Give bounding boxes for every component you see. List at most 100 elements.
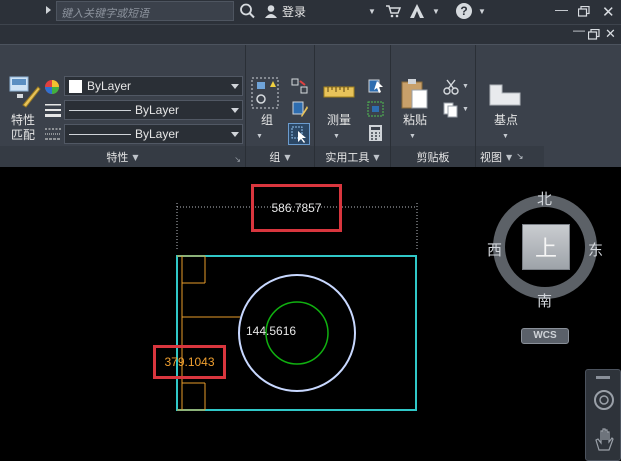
color-wheel-icon xyxy=(45,80,59,94)
group-panel-title[interactable]: 组 ▼ xyxy=(246,146,314,168)
select-pointer-icon xyxy=(291,126,306,143)
login-button[interactable]: 登录 xyxy=(264,2,306,20)
navbar-grip[interactable] xyxy=(596,376,610,379)
help-icon[interactable]: ? xyxy=(455,2,473,20)
document-bar: — ✕ xyxy=(0,23,621,44)
outer-rectangle[interactable] xyxy=(176,255,417,411)
color-value: ByLayer xyxy=(87,79,132,93)
help-dropdown-icon[interactable]: ▼ xyxy=(478,7,486,16)
pan-hand-icon[interactable] xyxy=(593,426,615,452)
compass-east[interactable]: 东 xyxy=(588,239,603,260)
group-button[interactable]: 组 xyxy=(254,113,280,128)
utilities-panel-title[interactable]: 实用工具 ▼ xyxy=(315,146,390,168)
cut-icon[interactable] xyxy=(443,79,459,95)
linetype-icon xyxy=(45,128,61,140)
paste-button[interactable]: 粘贴 xyxy=(397,113,433,128)
doc-minimize-icon[interactable]: — xyxy=(573,23,585,37)
width-dimension-value: 586.7857 xyxy=(271,201,322,215)
paste-dropdown-icon[interactable]: ▼ xyxy=(409,133,416,140)
properties-panel-title[interactable]: 特性 ▼ xyxy=(0,146,245,168)
doc-restore-icon[interactable] xyxy=(588,29,600,40)
match-label-line1: 特性 xyxy=(10,113,35,127)
linetype-value: ByLayer xyxy=(135,127,180,141)
minimize-icon[interactable]: — xyxy=(555,2,568,17)
search-icon xyxy=(240,3,255,19)
measure-dropdown-icon[interactable]: ▼ xyxy=(333,133,340,140)
color-swatch xyxy=(69,79,82,93)
panel-expand-icon: ▼ xyxy=(284,152,291,162)
match-properties-icon xyxy=(9,76,41,108)
search-button[interactable] xyxy=(238,2,258,20)
cart-icon[interactable] xyxy=(385,4,401,18)
copy-dropdown-icon[interactable]: ▼ xyxy=(462,106,469,113)
chevron-down-icon xyxy=(231,84,239,89)
height-dimension-highlight[interactable]: 379.1043 xyxy=(153,345,226,379)
base-view-dropdown-icon[interactable]: ▼ xyxy=(502,133,509,140)
measure-icon xyxy=(323,86,355,98)
clipboard-panel: 粘贴 ▼ ▼ ▼ 剪贴板 xyxy=(391,45,476,168)
diameter-dimension[interactable]: 144.5616 xyxy=(246,324,296,338)
chevron-down-icon xyxy=(231,108,239,113)
match-label-line2: 匹配 xyxy=(10,128,35,142)
quick-select-icon[interactable] xyxy=(367,78,385,94)
properties-panel: 特性 匹配 ByLayer ByLayer ByLayer 特性 ▼ ↘ xyxy=(0,45,246,168)
cut-dropdown-icon[interactable]: ▼ xyxy=(462,83,469,90)
clipboard-panel-title[interactable]: 剪贴板 xyxy=(391,146,475,168)
login-dropdown-icon[interactable]: ▼ xyxy=(368,7,376,16)
copy-icon[interactable] xyxy=(443,102,459,118)
height-dimension-value: 379.1043 xyxy=(164,355,215,369)
drawing-canvas[interactable]: 144.5616 586.7857 379.1043 北 南 东 西 上 WCS xyxy=(0,167,621,461)
compass-south[interactable]: 南 xyxy=(537,290,552,311)
view-launcher-icon: ↘ xyxy=(516,152,524,162)
search-input[interactable]: 键入关键字或短语 xyxy=(56,1,234,21)
steering-wheel-icon[interactable] xyxy=(592,388,616,412)
base-view-button[interactable]: 基点 xyxy=(488,113,524,128)
ribbon: 特性 匹配 ByLayer ByLayer ByLayer 特性 ▼ ↘ 组 ▼… xyxy=(0,44,621,168)
lineweight-dropdown[interactable]: ByLayer xyxy=(64,100,243,120)
utilities-panel: 测量 ▼ 实用工具 ▼ xyxy=(315,45,391,168)
login-label: 登录 xyxy=(282,4,307,19)
title-bar: 键入关键字或短语 登录 ▼ ▼ ? ▼ — ✕ xyxy=(0,0,621,24)
base-view-icon xyxy=(489,84,521,106)
expand-arrow-icon[interactable] xyxy=(46,6,51,14)
select-all-icon[interactable] xyxy=(367,101,385,117)
panel-expand-icon: ▼ xyxy=(506,152,513,162)
lineweight-value: ByLayer xyxy=(135,103,180,117)
chevron-down-icon xyxy=(231,132,239,137)
color-dropdown[interactable]: ByLayer xyxy=(64,76,243,96)
navigation-bar xyxy=(585,369,621,461)
group-panel: 组 ▼ 组 ▼ xyxy=(246,45,315,168)
paste-icon xyxy=(401,79,428,109)
line-preview xyxy=(69,109,131,111)
svg-text:?: ? xyxy=(460,4,467,18)
group-dropdown-icon[interactable]: ▼ xyxy=(256,133,263,140)
a360-icon[interactable] xyxy=(409,3,425,19)
lineweight-icon xyxy=(45,104,61,117)
view-panel: 基点 ▼ 视图 ▼ ↘ xyxy=(476,45,621,168)
view-panel-title[interactable]: 视图 ▼ ↘ xyxy=(476,146,544,168)
panel-expand-icon: ▼ xyxy=(373,152,380,162)
wcs-menu[interactable]: WCS xyxy=(521,328,569,344)
group-select-toggle[interactable] xyxy=(288,123,310,145)
line-preview xyxy=(69,133,131,135)
compass-west[interactable]: 西 xyxy=(487,239,502,260)
dialog-launcher-icon[interactable]: ↘ xyxy=(234,155,241,164)
compass-north[interactable]: 北 xyxy=(537,188,552,209)
ungroup-icon[interactable] xyxy=(291,78,309,94)
group-edit-icon[interactable] xyxy=(291,100,309,118)
user-icon xyxy=(265,5,277,18)
search-placeholder: 键入关键字或短语 xyxy=(61,7,149,20)
doc-close-icon[interactable]: ✕ xyxy=(605,26,616,42)
match-properties-button[interactable]: 特性 匹配 xyxy=(5,113,41,143)
measure-button[interactable]: 测量 xyxy=(321,113,357,128)
linetype-dropdown[interactable]: ByLayer xyxy=(64,124,243,144)
width-dimension-highlight[interactable]: 586.7857 xyxy=(251,184,342,232)
close-icon[interactable]: ✕ xyxy=(602,3,615,21)
viewcube-top-face[interactable]: 上 xyxy=(522,224,570,270)
group-icon xyxy=(251,77,279,109)
panel-expand-icon: ▼ xyxy=(132,152,139,162)
restore-icon[interactable] xyxy=(578,6,590,17)
a360-dropdown-icon[interactable]: ▼ xyxy=(432,7,440,16)
height-dimension-lines xyxy=(177,255,240,411)
calculator-icon[interactable] xyxy=(368,124,384,142)
